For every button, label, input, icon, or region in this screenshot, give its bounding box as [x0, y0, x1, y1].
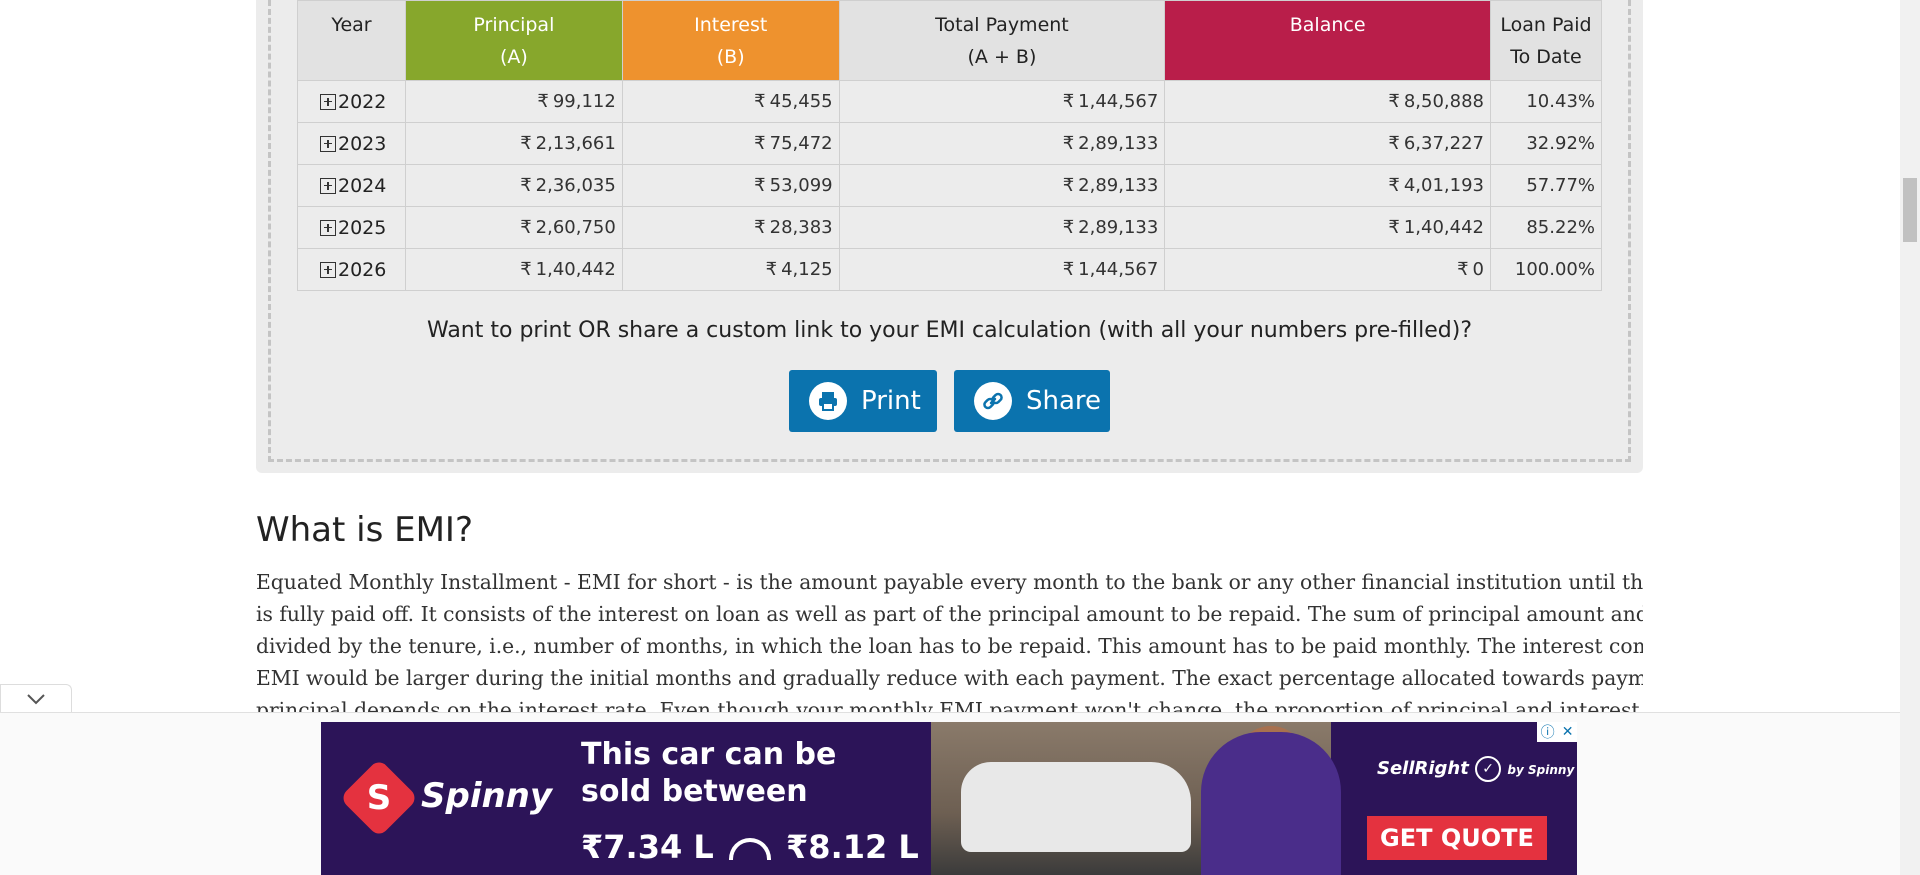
table-header-row: Year Principal (A) Interest (B) Total Paym…: [297, 0, 1603, 81]
car-image: [961, 762, 1191, 852]
speedometer-icon: [728, 838, 771, 860]
expand-plus-icon[interactable]: [320, 93, 336, 110]
balance-cell: ₹0: [1164, 248, 1491, 291]
check-circle-icon: ✓: [1475, 756, 1502, 782]
interest-cell: ₹28,383: [621, 206, 840, 249]
total-payment-cell: ₹1,44,567: [838, 248, 1166, 291]
article-heading: What is EMI?: [256, 510, 473, 550]
ad-brand-name: Spinny: [421, 776, 553, 816]
spinny-logo-letter: S: [366, 778, 392, 818]
expand-plus-icon[interactable]: [320, 135, 336, 152]
emi-schedule-table: Year Principal (A) Interest (B) Total Paym…: [297, 0, 1603, 291]
interest-cell: ₹4,125: [621, 248, 840, 291]
interest-cell: ₹53,099: [621, 164, 840, 207]
expand-plus-icon[interactable]: [320, 177, 336, 194]
total-payment-cell: ₹1,44,567: [838, 80, 1166, 123]
table-body: 2022 ₹99,112 ₹45,455 ₹1,44,567 ₹8,50,888 10.4…: [297, 80, 1603, 291]
share-button-label: Share: [1026, 386, 1102, 416]
loan-paid-cell: 10.43%: [1489, 80, 1603, 123]
total-payment-cell: ₹2,89,133: [838, 164, 1166, 207]
year-cell: 2024: [297, 164, 406, 207]
header-balance: Balance: [1164, 0, 1491, 81]
ad-price-range: ₹7.34 L ₹8.12 L: [581, 828, 919, 866]
ad-collapse-toggle[interactable]: [0, 684, 72, 713]
principal-cell: ₹2,60,750: [404, 206, 623, 249]
year-cell: 2025: [297, 206, 406, 249]
ad-controls: ⓘ ✕: [1537, 722, 1577, 742]
header-interest: Interest (B): [621, 0, 840, 81]
printer-icon: [809, 382, 847, 420]
principal-cell: ₹2,13,661: [404, 122, 623, 165]
page: Year Principal (A) Interest (B) Total Paym…: [0, 0, 1920, 875]
link-icon: [974, 382, 1012, 420]
share-button[interactable]: Share: [954, 370, 1110, 432]
article-paragraph: Equated Monthly Installment - EMI for sh…: [256, 566, 1643, 716]
year-cell: 2023: [297, 122, 406, 165]
share-question: Want to print OR share a custom link to …: [426, 318, 1473, 343]
scrollbar-thumb[interactable]: [1903, 178, 1917, 242]
table-row[interactable]: 2025 ₹2,60,750 ₹28,383 ₹2,89,133 ₹1,40,442 85…: [297, 206, 1603, 249]
balance-cell: ₹4,01,193: [1164, 164, 1491, 207]
paragraph-line: divided by the tenure, i.e., number of m…: [256, 634, 1643, 658]
close-icon[interactable]: ✕: [1562, 724, 1574, 740]
table-row[interactable]: 2026 ₹1,40,442 ₹4,125 ₹1,44,567 ₹0 100.00%: [297, 248, 1603, 291]
sellright-badge: SellRight ✓ by Spinny: [1377, 756, 1574, 782]
table-row[interactable]: 2023 ₹2,13,661 ₹75,472 ₹2,89,133 ₹6,37,227 32…: [297, 122, 1603, 165]
loan-paid-cell: 85.22%: [1489, 206, 1603, 249]
loan-paid-cell: 57.77%: [1489, 164, 1603, 207]
paragraph-line: Equated Monthly Installment - EMI for sh…: [256, 570, 1643, 594]
expand-plus-icon[interactable]: [320, 219, 336, 236]
balance-cell: ₹1,40,442: [1164, 206, 1491, 249]
principal-cell: ₹2,36,035: [404, 164, 623, 207]
loan-paid-cell: 32.92%: [1489, 122, 1603, 165]
spinny-ad-banner[interactable]: S Spinny This car can be sold between ₹7…: [321, 722, 1577, 875]
header-year: Year: [297, 0, 406, 81]
header-loan-paid: Loan Paid To Date: [1489, 0, 1603, 81]
paragraph-line: is fully paid off. It consists of the in…: [256, 602, 1643, 626]
page-scrollbar[interactable]: [1900, 0, 1920, 875]
chevron-down-icon: [27, 694, 45, 705]
table-row[interactable]: 2024 ₹2,36,035 ₹53,099 ₹2,89,133 ₹4,01,193 57…: [297, 164, 1603, 207]
header-total-payment: Total Payment (A + B): [838, 0, 1166, 81]
loan-paid-cell: 100.00%: [1489, 248, 1603, 291]
get-quote-button[interactable]: GET QUOTE: [1367, 816, 1547, 860]
interest-cell: ₹45,455: [621, 80, 840, 123]
interest-cell: ₹75,472: [621, 122, 840, 165]
info-icon[interactable]: ⓘ: [1541, 722, 1555, 742]
principal-cell: ₹99,112: [404, 80, 623, 123]
print-button-label: Print: [861, 386, 921, 416]
ad-headline: This car can be sold between: [581, 737, 837, 809]
print-button[interactable]: Print: [789, 370, 937, 432]
expand-plus-icon[interactable]: [320, 261, 336, 278]
table-row[interactable]: 2022 ₹99,112 ₹45,455 ₹1,44,567 ₹8,50,888 10.4…: [297, 80, 1603, 123]
principal-cell: ₹1,40,442: [404, 248, 623, 291]
balance-cell: ₹8,50,888: [1164, 80, 1491, 123]
total-payment-cell: ₹2,89,133: [838, 206, 1166, 249]
year-cell: 2022: [297, 80, 406, 123]
header-principal: Principal (A): [404, 0, 623, 81]
paragraph-line: EMI would be larger during the initial m…: [256, 666, 1643, 690]
year-cell: 2026: [297, 248, 406, 291]
balance-cell: ₹6,37,227: [1164, 122, 1491, 165]
person-image: [1201, 732, 1341, 875]
total-payment-cell: ₹2,89,133: [838, 122, 1166, 165]
